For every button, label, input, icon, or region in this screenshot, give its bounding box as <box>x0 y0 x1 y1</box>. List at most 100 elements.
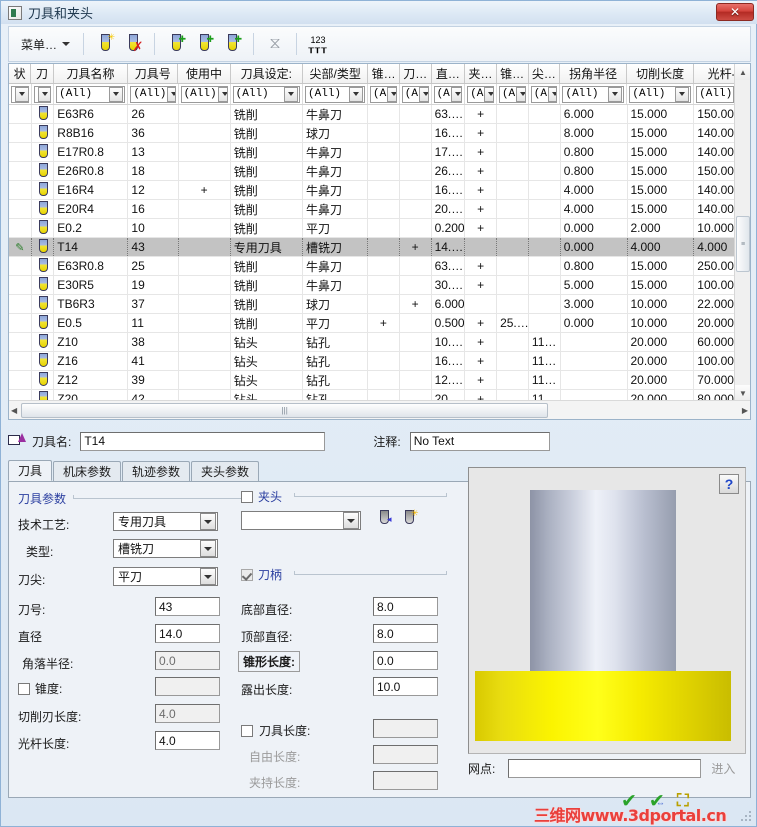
column-filter-setting[interactable]: (All) <box>231 84 304 104</box>
scroll-down-arrow-icon[interactable]: ▼ <box>735 385 750 401</box>
chevron-down-icon[interactable] <box>343 512 359 529</box>
chevron-down-icon[interactable] <box>284 86 299 102</box>
column-header-tip2[interactable]: 尖… <box>529 64 561 83</box>
table-row[interactable]: E63R0.8 25 铣削 牛鼻刀 63.… +0.800 15.000 250.00 <box>9 257 750 276</box>
help-button[interactable]: ? <box>719 474 739 494</box>
table-row[interactable]: ✎ T14 43 专用刀具 槽铣刀 +14.… 0.000 4.000 4.000 <box>9 238 750 257</box>
table-row[interactable]: E17R0.8 13 铣削 牛鼻刀 17.… +0.800 15.000 140.00 <box>9 143 750 162</box>
column-header-toolicon[interactable]: 刀 <box>31 64 54 83</box>
column-filter-cutlen[interactable]: (All) <box>627 84 695 104</box>
column-filter-cornerR[interactable]: (All) <box>560 84 628 104</box>
table-horizontal-scrollbar[interactable]: ◀ ||| ▶ <box>9 400 750 419</box>
shank-checkbox[interactable] <box>241 568 253 581</box>
shaft-length-input[interactable]: 4.0 <box>155 731 220 750</box>
column-header-taper1[interactable]: 锥… <box>368 64 400 83</box>
top-diameter-input[interactable]: 8.0 <box>373 624 438 643</box>
column-header-cutlen[interactable]: 切削长度 <box>627 64 695 83</box>
column-header-blade[interactable]: 刀… <box>400 64 432 83</box>
menu-dropdown-button[interactable]: 菜单… <box>15 33 76 56</box>
table-row[interactable]: Z10 38 钻头 钻孔 10.… +11… 20.000 60.000 <box>9 333 750 352</box>
table-vertical-scrollbar[interactable]: ▲ ≡ ▼ <box>734 64 750 401</box>
new-tool-button[interactable]: ✳ <box>91 30 119 58</box>
column-filter-inuse[interactable]: (All) <box>179 84 231 104</box>
clear-filter-button[interactable]: ⧖ <box>261 30 289 58</box>
tool-history-button[interactable]: ✚ <box>218 30 246 58</box>
column-filter-holder[interactable]: (A <box>465 84 497 104</box>
chevron-down-icon[interactable] <box>167 86 175 102</box>
taper-input[interactable] <box>155 677 220 696</box>
tool-length-checkbox[interactable] <box>241 724 253 737</box>
tool-name-input[interactable]: T14 <box>80 431 326 451</box>
import-tool-button[interactable]: ✚ <box>190 30 218 58</box>
column-filter-toolicon[interactable] <box>32 84 55 104</box>
table-row[interactable]: E0.5 11 铣削 平刀 +0.500 +25.… 0.000 10.000 20.000 <box>9 314 750 333</box>
column-header-dia[interactable]: 直… <box>432 64 466 83</box>
chevron-down-icon[interactable] <box>547 86 557 102</box>
chevron-down-icon[interactable] <box>200 568 216 585</box>
column-header-tiptype[interactable]: 尖部/类型 <box>303 64 369 83</box>
column-header-status[interactable]: 状 <box>9 64 32 83</box>
chevron-down-icon[interactable] <box>675 86 690 102</box>
vertical-scroll-thumb[interactable]: ≡ <box>736 216 750 272</box>
chevron-down-icon[interactable] <box>419 86 428 102</box>
tool-length-input[interactable] <box>373 719 438 738</box>
chevron-down-icon[interactable] <box>37 86 51 102</box>
table-row[interactable]: E16R4 12 + 铣削 牛鼻刀 16.… +4.000 15.000 140.00 <box>9 181 750 200</box>
copy-tool-button[interactable]: ✚ <box>162 30 190 58</box>
table-row[interactable]: E26R0.8 18 铣削 牛鼻刀 26.… +0.800 15.000 150.00 <box>9 162 750 181</box>
table-row[interactable]: Z12 39 钻头 钻孔 12.… +11… 20.000 70.000 <box>9 371 750 390</box>
table-row[interactable]: E63R6 26 铣削 牛鼻刀 63.… +6.000 15.000 150.00 <box>9 105 750 124</box>
chevron-down-icon[interactable] <box>200 513 216 530</box>
delete-tool-button[interactable]: ✗ <box>119 30 147 58</box>
table-row[interactable]: E30R5 19 铣削 牛鼻刀 30.… +5.000 15.000 100.00 <box>9 276 750 295</box>
table-row[interactable]: TB6R3 37 铣削 球刀 +6.000 3.000 10.000 22.000 <box>9 295 750 314</box>
tab-2[interactable]: 机床参数 <box>53 461 122 481</box>
column-filter-number[interactable]: (All) <box>128 84 179 104</box>
chevron-down-icon[interactable] <box>15 86 28 102</box>
chevron-down-icon[interactable] <box>484 86 493 102</box>
clamp-length-input[interactable] <box>373 771 438 790</box>
exposed-length-input[interactable]: 10.0 <box>373 677 438 696</box>
tab-1[interactable]: 刀具 <box>8 460 53 481</box>
chevron-down-icon[interactable] <box>349 86 364 102</box>
column-header-cornerR[interactable]: 拐角半径 <box>560 64 628 83</box>
column-filter-blade[interactable]: (A <box>400 84 432 104</box>
chevron-down-icon[interactable] <box>200 540 216 557</box>
table-row[interactable]: Z16 41 钻头 钻孔 16.… +11… 20.000 100.00 <box>9 352 750 371</box>
column-filter-dia[interactable]: (A <box>432 84 466 104</box>
table-row[interactable]: E0.2 10 铣削 平刀 0.200 +0.000 2.000 10.000 <box>9 219 750 238</box>
column-header-name[interactable]: 刀具名称 <box>54 64 129 83</box>
renumber-button[interactable]: 123 ┰┰┰ <box>304 30 332 58</box>
chevron-down-icon[interactable] <box>516 86 525 102</box>
column-header-setting[interactable]: 刀具设定: <box>231 64 304 83</box>
tip-combo[interactable]: 平刀 <box>113 567 218 586</box>
column-filter-taper2[interactable]: (A <box>497 84 529 104</box>
corner-radius-input[interactable]: 0.0 <box>155 651 220 670</box>
diameter-input[interactable]: 14.0 <box>155 624 220 643</box>
cone-length-input[interactable]: 0.0 <box>373 651 438 670</box>
free-length-input[interactable] <box>373 745 438 764</box>
chevron-down-icon[interactable] <box>608 86 623 102</box>
holder-checkbox[interactable] <box>241 490 253 503</box>
column-filter-tip2[interactable]: (A <box>529 84 561 104</box>
column-header-inuse[interactable]: 使用中 <box>178 64 231 83</box>
table-row[interactable]: E20R4 16 铣削 牛鼻刀 20.… +4.000 15.000 140.00 <box>9 200 750 219</box>
scroll-left-arrow-icon[interactable]: ◀ <box>11 406 17 415</box>
horizontal-scroll-thumb[interactable]: ||| <box>21 402 549 418</box>
type-combo[interactable]: 槽铣刀 <box>113 539 218 558</box>
comment-input[interactable]: No Text <box>409 431 550 451</box>
toolno-input[interactable]: 43 <box>155 597 220 616</box>
chevron-down-icon[interactable] <box>387 86 396 102</box>
tech-combo[interactable]: 专用刀具 <box>113 512 218 531</box>
tab-3[interactable]: 轨迹参数 <box>122 461 191 481</box>
column-filter-name[interactable]: (All) <box>54 84 129 104</box>
chevron-down-icon[interactable] <box>450 86 462 102</box>
chevron-down-icon[interactable] <box>109 86 124 102</box>
column-filter-taper1[interactable]: (A <box>368 84 400 104</box>
netpoint-input[interactable] <box>508 759 702 778</box>
column-header-number[interactable]: 刀具号 <box>128 64 179 83</box>
table-body[interactable]: E63R6 26 铣削 牛鼻刀 63.… +6.000 15.000 150.00 R8B16 3… <box>9 105 750 401</box>
tab-4[interactable]: 夹头参数 <box>191 461 260 481</box>
table-row[interactable]: R8B16 36 铣削 球刀 16.… +8.000 15.000 140.00 <box>9 124 750 143</box>
holder-combo[interactable] <box>241 511 361 530</box>
